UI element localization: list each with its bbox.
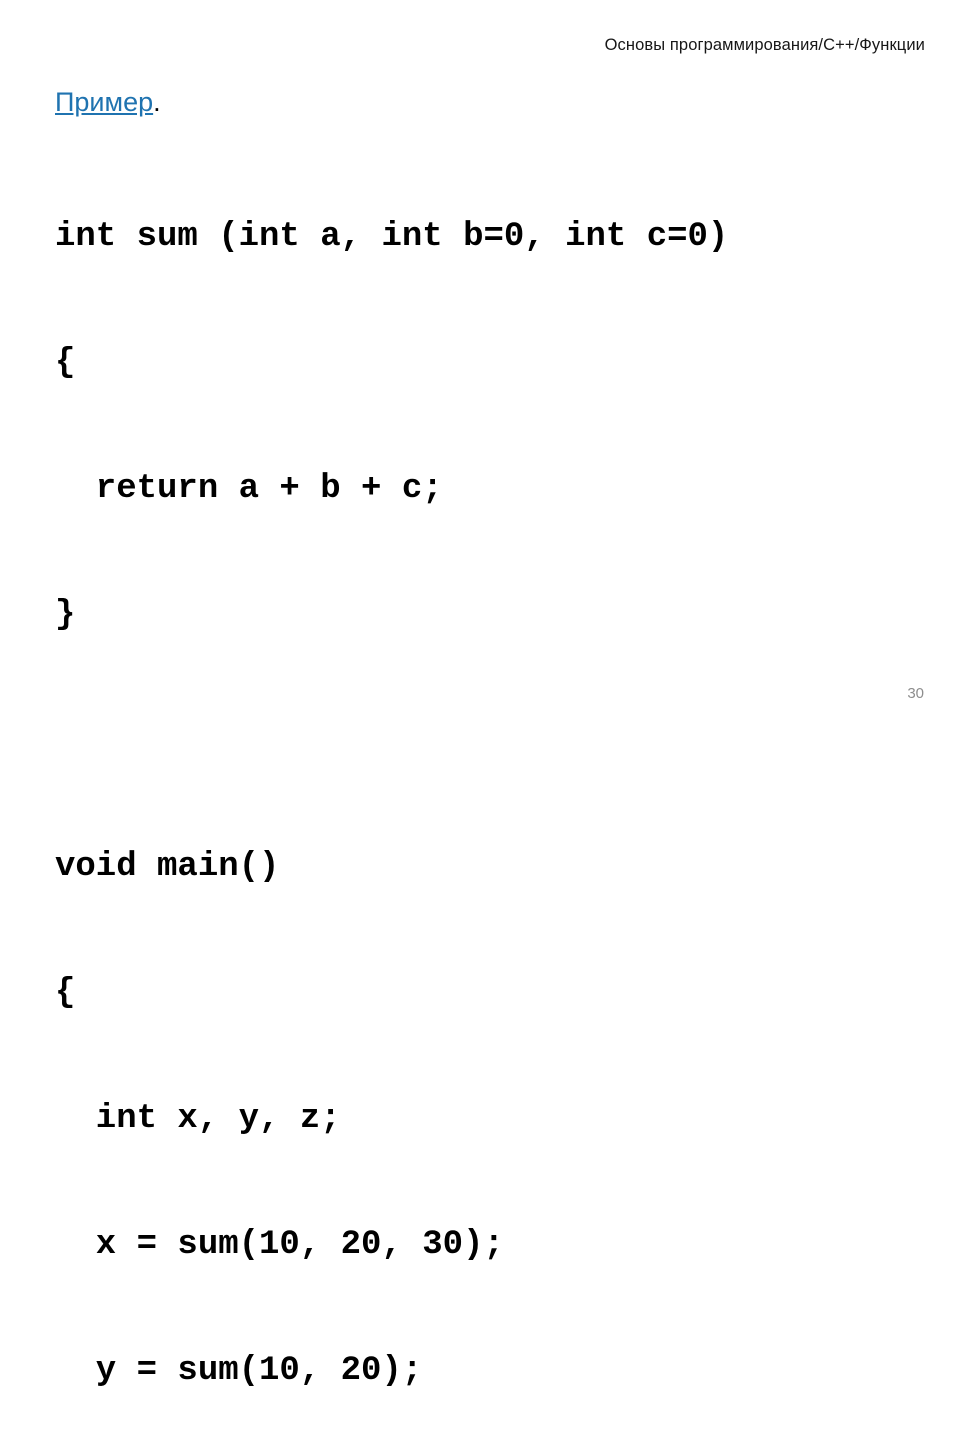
code-line: x = sum(10, 20, 30); <box>55 1226 504 1264</box>
code-line: } <box>55 596 76 634</box>
breadcrumb: Основы программирования/C++/Функции <box>604 36 925 54</box>
code-line: return a + b + c; <box>55 470 443 508</box>
slide-number: 30 <box>907 685 924 702</box>
code-line: y = sum(10, 20); <box>55 1352 423 1390</box>
example-link[interactable]: Пример <box>55 87 153 117</box>
code-line: int sum (int a, int b=0, int c=0) <box>55 218 729 256</box>
code-line: void main() <box>55 848 280 886</box>
slide-canvas: Основы программирования/C++/Функции Прим… <box>0 0 960 1390</box>
code-line: int x, y, z; <box>55 1100 341 1138</box>
code-block: int sum (int a, int b=0, int c=0) { retu… <box>55 132 728 1440</box>
example-heading: Пример. <box>55 87 161 118</box>
code-line: { <box>55 344 76 382</box>
code-line: { <box>55 974 76 1012</box>
example-period: . <box>153 87 161 117</box>
